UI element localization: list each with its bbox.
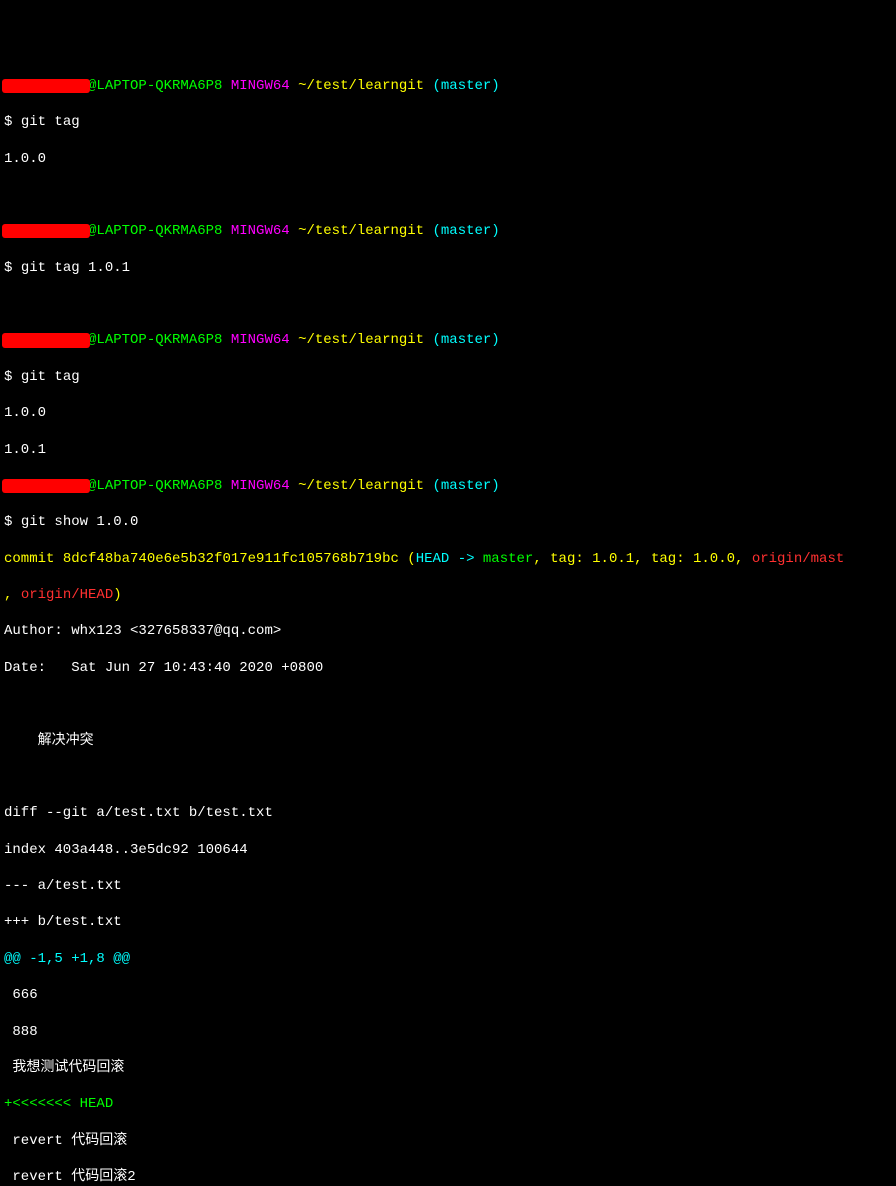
tag-label: tag: bbox=[550, 551, 592, 567]
diff-plus-file: +++ b/test.txt bbox=[4, 913, 892, 931]
dollar: $ bbox=[4, 369, 12, 385]
diff-context: 我想测试代码回滚 bbox=[4, 1059, 892, 1077]
sep: , bbox=[4, 587, 21, 603]
commit-hash: 8dcf48ba740e6e5b32f017e911fc105768b719bc bbox=[63, 551, 399, 567]
shell: MINGW64 bbox=[231, 78, 290, 94]
output-line: 1.0.1 bbox=[4, 441, 892, 459]
tag-name: 1.0.0 bbox=[693, 551, 735, 567]
command-line: $ git tag 1.0.1 bbox=[4, 259, 892, 277]
remote-ref: origin/mast bbox=[752, 551, 844, 567]
diff-header: diff --git a/test.txt b/test.txt bbox=[4, 804, 892, 822]
branch: (master) bbox=[433, 223, 500, 239]
author-line: Author: whx123 <327658337@qq.com> bbox=[4, 622, 892, 640]
dollar: $ bbox=[4, 114, 12, 130]
branch: (master) bbox=[433, 78, 500, 94]
host: @LAPTOP-QKRMA6P8 bbox=[88, 223, 222, 239]
host: @LAPTOP-QKRMA6P8 bbox=[88, 78, 222, 94]
dollar: $ bbox=[4, 260, 12, 276]
diff-minus-file: --- a/test.txt bbox=[4, 877, 892, 895]
branch: (master) bbox=[433, 332, 500, 348]
prompt-line: weihuaxiao@LAPTOP-QKRMA6P8 MINGW64 ~/tes… bbox=[4, 331, 892, 349]
cmd-git-tag: git tag bbox=[21, 369, 80, 385]
head-ref: HEAD -> bbox=[416, 551, 483, 567]
branch: (master) bbox=[433, 478, 500, 494]
diff-add: +<<<<<<< HEAD bbox=[4, 1095, 892, 1113]
path: ~/test/learngit bbox=[298, 332, 424, 348]
sep: , bbox=[735, 551, 752, 567]
commit-line: commit 8dcf48ba740e6e5b32f017e911fc10576… bbox=[4, 550, 892, 568]
diff-context: revert 代码回滚 bbox=[4, 1132, 892, 1150]
host: @LAPTOP-QKRMA6P8 bbox=[88, 332, 222, 348]
output-line: 1.0.0 bbox=[4, 150, 892, 168]
cmd-git-show: git show 1.0.0 bbox=[21, 514, 139, 530]
command-line: $ git tag bbox=[4, 368, 892, 386]
commit-message: 解决冲突 bbox=[4, 732, 892, 750]
redacted-user: weihuaxiao bbox=[4, 77, 88, 95]
shell: MINGW64 bbox=[231, 478, 290, 494]
blank-line bbox=[4, 186, 892, 204]
blank-line bbox=[4, 695, 892, 713]
redacted-user: weihuaxiao bbox=[4, 331, 88, 349]
paren: ) bbox=[113, 587, 121, 603]
dollar: $ bbox=[4, 514, 12, 530]
tag-label: tag: bbox=[651, 551, 693, 567]
paren: ( bbox=[399, 551, 416, 567]
branch-master: master bbox=[483, 551, 533, 567]
shell: MINGW64 bbox=[231, 223, 290, 239]
commit-label: commit bbox=[4, 551, 63, 567]
remote-ref: origin/HEAD bbox=[21, 587, 113, 603]
prompt-line: weihuaxiao@LAPTOP-QKRMA6P8 MINGW64 ~/tes… bbox=[4, 77, 892, 95]
date-line: Date: Sat Jun 27 10:43:40 2020 +0800 bbox=[4, 659, 892, 677]
prompt-line: weihuaxiao@LAPTOP-QKRMA6P8 MINGW64 ~/tes… bbox=[4, 477, 892, 495]
tag-name: 1.0.1 bbox=[592, 551, 634, 567]
redacted-user: weihuaxiao bbox=[4, 222, 88, 240]
path: ~/test/learngit bbox=[298, 478, 424, 494]
prompt-line: weihuaxiao@LAPTOP-QKRMA6P8 MINGW64 ~/tes… bbox=[4, 222, 892, 240]
command-line: $ git tag bbox=[4, 113, 892, 131]
command-line: $ git show 1.0.0 bbox=[4, 513, 892, 531]
diff-context: revert 代码回滚2 bbox=[4, 1168, 892, 1186]
terminal-output[interactable]: weihuaxiao@LAPTOP-QKRMA6P8 MINGW64 ~/tes… bbox=[4, 77, 892, 1186]
path: ~/test/learngit bbox=[298, 78, 424, 94]
path: ~/test/learngit bbox=[298, 223, 424, 239]
redacted-user: weihuaxiao bbox=[4, 477, 88, 495]
diff-hunk: @@ -1,5 +1,8 @@ bbox=[4, 950, 892, 968]
shell: MINGW64 bbox=[231, 332, 290, 348]
diff-context: 666 bbox=[4, 986, 892, 1004]
output-line: 1.0.0 bbox=[4, 404, 892, 422]
sep: , bbox=[634, 551, 651, 567]
cmd-git-tag: git tag bbox=[21, 114, 80, 130]
blank-line bbox=[4, 295, 892, 313]
host: @LAPTOP-QKRMA6P8 bbox=[88, 478, 222, 494]
cmd-git-tag-create: git tag 1.0.1 bbox=[21, 260, 130, 276]
sep: , bbox=[533, 551, 550, 567]
commit-line-cont: , origin/HEAD) bbox=[4, 586, 892, 604]
diff-context: 888 bbox=[4, 1023, 892, 1041]
diff-index: index 403a448..3e5dc92 100644 bbox=[4, 841, 892, 859]
blank-line bbox=[4, 768, 892, 786]
